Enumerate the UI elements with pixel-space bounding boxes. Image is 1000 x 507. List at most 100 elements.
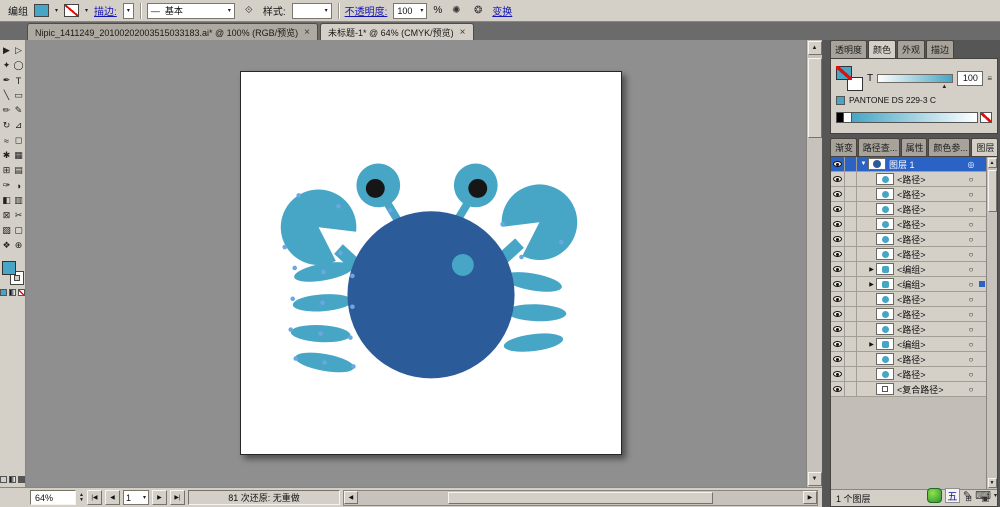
tab-layers[interactable]: 图层 — [971, 138, 998, 156]
tint-slider[interactable]: ▲ — [877, 73, 954, 90]
status-history[interactable]: 81 次还原: 无重做 — [187, 490, 340, 505]
lock-cell[interactable] — [845, 247, 857, 261]
visibility-toggle[interactable] — [831, 292, 845, 306]
layers-row-path[interactable]: <路径> ○ — [831, 232, 986, 247]
visibility-toggle[interactable] — [831, 382, 845, 396]
scale-tool[interactable]: ⊿ — [13, 118, 25, 133]
full-screen-mode-button[interactable] — [18, 476, 25, 483]
lock-cell[interactable] — [845, 307, 857, 321]
anchor-point-icon[interactable] — [350, 273, 355, 279]
layers-row-path[interactable]: <路径> ○ — [831, 352, 986, 367]
style-select[interactable]: ▾ — [291, 2, 332, 19]
paintbrush-tool[interactable]: ✏ — [1, 103, 13, 118]
anchor-point-icon[interactable] — [321, 269, 326, 275]
lock-cell[interactable] — [845, 232, 857, 246]
scroll-left-icon[interactable]: ◀ — [343, 491, 358, 504]
selection-tool[interactable]: ▶ — [1, 43, 13, 58]
target-circle[interactable]: ◎ — [965, 160, 977, 169]
layers-row-path[interactable]: <路径> ○ — [831, 292, 986, 307]
visibility-toggle[interactable] — [831, 277, 845, 291]
tab-gradient[interactable]: 渐变 — [830, 138, 857, 156]
expander-icon[interactable]: ▶ — [867, 281, 876, 288]
fill-swatch[interactable] — [1, 261, 16, 275]
target-circle[interactable]: ○ — [965, 205, 977, 214]
layers-row-layer[interactable]: ▼ 图层 1 ◎ — [831, 157, 986, 172]
black-swatch[interactable] — [836, 111, 844, 123]
crop-area-tool[interactable]: ⊠ — [1, 208, 13, 223]
full-screen-menu-mode-button[interactable] — [9, 476, 16, 483]
anchor-point-icon[interactable] — [293, 356, 298, 361]
fill-color-swatch[interactable] — [34, 4, 49, 17]
target-circle[interactable]: ○ — [965, 370, 977, 379]
target-circle[interactable]: ○ — [965, 355, 977, 364]
pasteboard[interactable] — [26, 40, 806, 487]
visibility-toggle[interactable] — [831, 232, 845, 246]
recolor-artwork-icon[interactable]: ✺ — [448, 3, 464, 19]
blend-tool[interactable]: ◑ — [13, 178, 25, 193]
anchor-point-icon[interactable] — [500, 221, 505, 227]
tint-ramp[interactable] — [852, 111, 978, 123]
type-tool[interactable]: T — [13, 73, 25, 88]
eyedropper-tool[interactable]: ✑ — [1, 178, 13, 193]
last-page-button[interactable]: ▶| — [169, 490, 185, 505]
lasso-tool[interactable]: ◯ — [13, 58, 25, 73]
layers-row-path[interactable]: <路径> ○ — [831, 217, 986, 232]
anchor-point-icon[interactable] — [292, 265, 298, 271]
panel-menu-icon[interactable]: ≡ — [987, 74, 992, 83]
layers-row-path[interactable]: <路径> ○ — [831, 367, 986, 382]
anchor-point-icon[interactable] — [296, 193, 301, 198]
rotate-tool[interactable]: ↻ — [1, 118, 13, 133]
next-page-button[interactable]: ▶ — [151, 490, 167, 505]
stroke-weight-select[interactable]: ▾ — [122, 2, 134, 19]
artboard-tool[interactable]: ▢ — [13, 223, 25, 238]
layers-row-group[interactable]: ▶ <编组> ○ — [831, 277, 986, 292]
brush-options-icon[interactable]: ⟐ — [241, 3, 257, 19]
close-icon[interactable]: × — [460, 27, 466, 38]
scissors-tool[interactable]: ✂ — [13, 208, 25, 223]
target-circle[interactable]: ○ — [965, 340, 977, 349]
anchor-point-icon[interactable] — [318, 331, 323, 336]
target-circle[interactable]: ○ — [965, 310, 977, 319]
lock-cell[interactable] — [845, 322, 857, 336]
anchor-point-icon[interactable] — [320, 300, 325, 306]
layers-row-path[interactable]: <路径> ○ — [831, 322, 986, 337]
live-paint-bucket-tool[interactable]: ◧ — [1, 193, 13, 208]
target-circle[interactable]: ○ — [965, 280, 977, 289]
visibility-toggle[interactable] — [831, 172, 845, 186]
target-circle[interactable]: ○ — [965, 175, 977, 184]
zoom-level-input[interactable]: 64% — [30, 490, 76, 505]
visibility-toggle[interactable] — [831, 322, 845, 336]
visibility-toggle[interactable] — [831, 307, 845, 321]
ime-mode-button[interactable]: 五 — [944, 488, 960, 503]
tab-stroke[interactable]: 描边 — [926, 40, 955, 58]
tab-color-guide[interactable]: 颜色参... — [928, 138, 971, 156]
lock-cell[interactable] — [845, 367, 857, 381]
fill-caret-icon[interactable]: ▾ — [55, 7, 58, 14]
chevron-down-icon[interactable]: ▾ — [994, 492, 997, 499]
anchor-point-icon[interactable] — [519, 254, 524, 260]
lock-cell[interactable] — [845, 172, 857, 186]
layers-row-path[interactable]: <路径> ○ — [831, 187, 986, 202]
visibility-toggle[interactable] — [831, 202, 845, 216]
slice-tool[interactable]: ▧ — [1, 223, 13, 238]
pen-tool[interactable]: ✒ — [1, 73, 13, 88]
anchor-point-icon[interactable] — [322, 360, 327, 365]
tab-attributes[interactable]: 属性 — [900, 138, 928, 156]
gradient-tool[interactable]: ▤ — [13, 163, 25, 178]
free-transform-tool[interactable]: ◻ — [13, 133, 25, 148]
expander-icon[interactable]: ▶ — [867, 266, 876, 273]
live-paint-selection-tool[interactable]: ▥ — [13, 193, 25, 208]
lock-cell[interactable] — [845, 217, 857, 231]
lock-cell[interactable] — [845, 157, 857, 171]
visibility-toggle[interactable] — [831, 187, 845, 201]
zoom-spinner[interactable]: ▲ ▼ — [79, 492, 84, 503]
visibility-toggle[interactable] — [831, 352, 845, 366]
ime-app-icon[interactable] — [926, 488, 942, 503]
gradient-mode-button[interactable] — [9, 289, 16, 296]
target-circle[interactable]: ○ — [965, 385, 977, 394]
slider-handle-icon[interactable]: ▲ — [941, 84, 947, 90]
layers-row-path[interactable]: <路径> ○ — [831, 307, 986, 322]
lock-cell[interactable] — [845, 202, 857, 216]
anchor-point-icon[interactable] — [336, 204, 341, 209]
warp-tool[interactable]: ≈ — [1, 133, 13, 148]
